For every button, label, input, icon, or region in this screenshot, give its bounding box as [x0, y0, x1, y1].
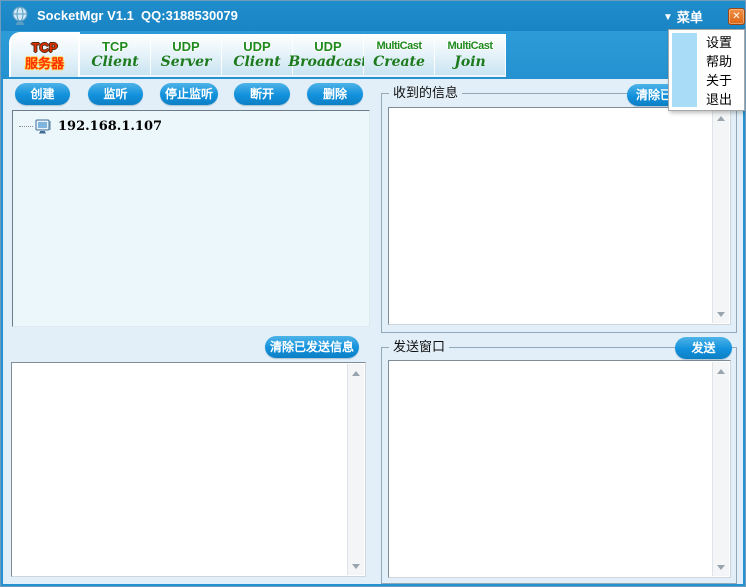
received-scrollbar[interactable] [712, 109, 729, 323]
sent-messages-panel [11, 362, 366, 577]
app-window: SocketMgr V1.1 QQ:3188530079 ▼ 菜单 ✕ TCP … [0, 0, 746, 587]
tab-udp-client[interactable]: UDP Client [222, 34, 293, 75]
window-title: SocketMgr V1.1 QQ:3188530079 [37, 1, 238, 31]
tab-tcp-server[interactable]: TCP 服务器 [9, 32, 80, 77]
close-button[interactable]: ✕ [728, 8, 745, 25]
tab-label-line2: 服务器 [25, 55, 64, 72]
scroll-up-icon[interactable] [713, 363, 729, 379]
menu-trigger[interactable]: ▼ 菜单 [663, 9, 703, 27]
clear-sent-button[interactable]: 清除已发送信息 [265, 336, 359, 358]
listen-button[interactable]: 监听 [88, 83, 143, 105]
tab-label-line1: TCP [102, 39, 128, 54]
close-icon: ✕ [732, 11, 740, 22]
disconnect-button[interactable]: 断开 [234, 83, 290, 105]
tab-label-line2: Join [454, 54, 485, 71]
scroll-up-icon[interactable] [713, 110, 729, 126]
titlebar: SocketMgr V1.1 QQ:3188530079 ▼ 菜单 ✕ [1, 1, 745, 32]
tab-udp-broadcast[interactable]: UDP Broadcast [293, 34, 364, 75]
tab-label-line1: UDP [314, 39, 341, 54]
scroll-up-icon[interactable] [348, 365, 364, 381]
send-window-panel [388, 360, 731, 578]
received-group-title: 收到的信息 [389, 85, 462, 101]
tab-label-line2: Client [233, 54, 280, 71]
tree-item[interactable]: 192.168.1.107 [13, 111, 369, 134]
menu-item-help[interactable]: 帮助 [669, 52, 744, 71]
delete-button[interactable]: 删除 [307, 83, 363, 105]
menu-item-exit[interactable]: 退出 [669, 90, 744, 109]
tree-item-label: 192.168.1.107 [58, 119, 162, 134]
send-textarea[interactable] [392, 363, 710, 575]
tab-label-line1: UDP [243, 39, 270, 54]
sent-scrollbar[interactable] [347, 364, 364, 575]
tab-multicast-create[interactable]: MultiCast Create [364, 34, 435, 75]
scroll-down-icon[interactable] [348, 558, 364, 574]
tabs-row: TCP 服务器 TCP Client UDP Server UDP Client… [9, 34, 506, 77]
stop-listen-button[interactable]: 停止监听 [160, 83, 218, 105]
tree-panel[interactable]: 192.168.1.107 [12, 110, 370, 327]
scroll-down-icon[interactable] [713, 306, 729, 322]
menu-trigger-label: 菜单 [677, 9, 703, 27]
tab-tcp-client[interactable]: TCP Client [80, 34, 151, 75]
tab-label-line1: MultiCast [377, 39, 422, 54]
menu-item-about[interactable]: 关于 [669, 71, 744, 90]
tab-label-line1: MultiCast [448, 39, 493, 54]
received-textarea[interactable] [392, 110, 710, 322]
menu-item-settings[interactable]: 设置 [669, 33, 744, 52]
send-group-title: 发送窗口 [389, 339, 449, 355]
menu-dropdown: 设置 帮助 关于 退出 [668, 29, 745, 111]
send-button[interactable]: 发送 [675, 337, 732, 359]
computer-icon [35, 119, 52, 134]
tab-label-line1: UDP [172, 39, 199, 54]
globe-icon [9, 5, 31, 27]
tab-label-line2: Broadcast [288, 54, 367, 71]
tree-connector [19, 126, 33, 127]
tab-multicast-join[interactable]: MultiCast Join [435, 34, 506, 75]
send-scrollbar[interactable] [712, 362, 729, 576]
tab-label-line2: Server [161, 54, 212, 71]
tab-label-line1: TCP [32, 40, 58, 55]
tab-strip: TCP 服务器 TCP Client UDP Server UDP Client… [1, 31, 745, 79]
tab-label-line2: Create [373, 54, 425, 71]
tab-udp-server[interactable]: UDP Server [151, 34, 222, 75]
received-messages-panel [388, 107, 731, 325]
scroll-down-icon[interactable] [713, 559, 729, 575]
chevron-down-icon: ▼ [663, 9, 673, 27]
tab-label-line2: Client [91, 54, 138, 71]
create-button[interactable]: 创建 [15, 83, 70, 105]
sent-textarea[interactable] [15, 365, 345, 574]
